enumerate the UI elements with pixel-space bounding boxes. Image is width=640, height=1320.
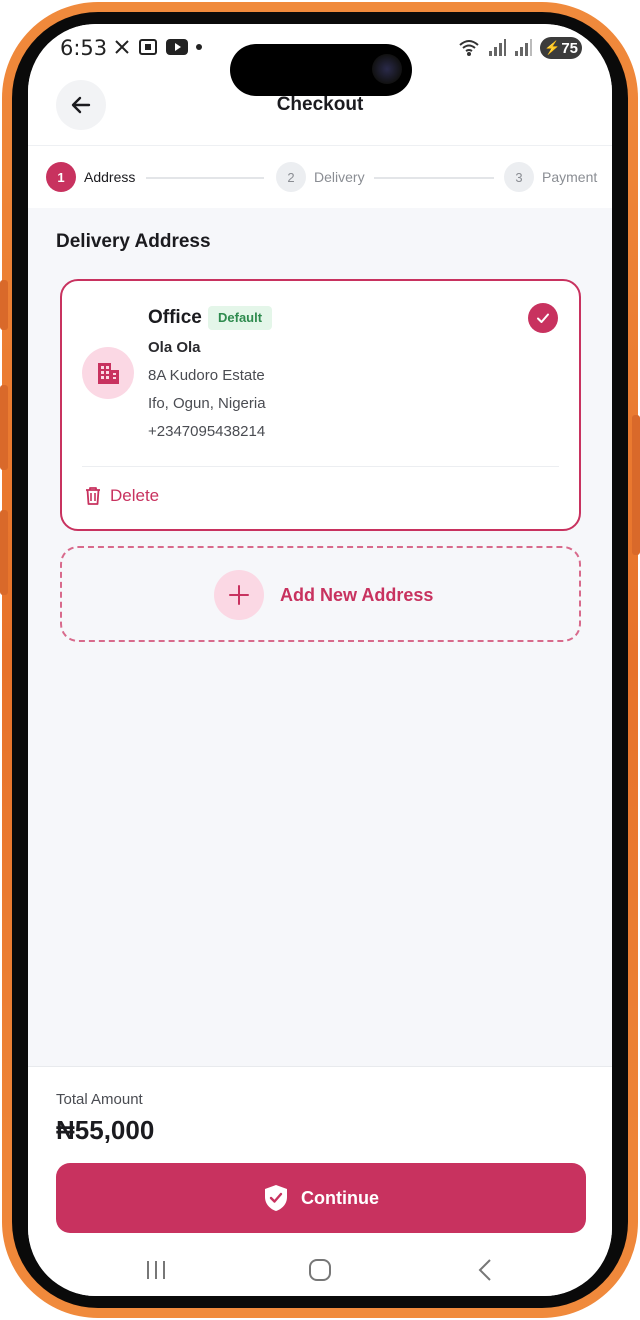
step-payment[interactable]: 3 Payment bbox=[504, 162, 597, 192]
plus-icon bbox=[214, 570, 264, 620]
status-notification-icons bbox=[114, 38, 202, 56]
shield-check-icon bbox=[265, 1185, 287, 1211]
step-number: 3 bbox=[504, 162, 534, 192]
phone-side-button bbox=[0, 510, 8, 595]
checkout-footer: Total Amount ₦55,000 Continue bbox=[28, 1066, 612, 1296]
recents-icon bbox=[147, 1261, 165, 1279]
add-new-address-button[interactable]: Add New Address bbox=[60, 546, 581, 642]
step-label: Address bbox=[84, 169, 136, 185]
step-number: 2 bbox=[276, 162, 306, 192]
address-label: Office bbox=[148, 307, 202, 328]
selected-check-icon[interactable] bbox=[528, 303, 558, 333]
battery-level: 75 bbox=[561, 39, 578, 57]
status-time: 6:53 bbox=[60, 36, 108, 60]
wifi-icon bbox=[459, 40, 479, 56]
camera-lens bbox=[372, 54, 402, 84]
system-back-button[interactable] bbox=[466, 1255, 506, 1285]
phone-side-button bbox=[0, 280, 8, 330]
checkout-stepper: 1 Address 2 Delivery 3 Payment bbox=[28, 146, 612, 208]
default-badge: Default bbox=[208, 306, 273, 330]
continue-label: Continue bbox=[301, 1187, 379, 1208]
youtube-icon bbox=[166, 39, 188, 55]
phone-side-button bbox=[0, 385, 8, 470]
step-delivery[interactable]: 2 Delivery bbox=[276, 162, 365, 192]
system-nav-bar bbox=[28, 1247, 612, 1296]
step-label: Delivery bbox=[314, 169, 365, 185]
dot-icon bbox=[196, 44, 202, 50]
screen: 6:53 ⚡ 75 Checkout 1 Address 2 Delivery … bbox=[28, 24, 612, 1296]
status-system-icons: ⚡ 75 bbox=[458, 37, 582, 59]
step-connector bbox=[374, 177, 494, 179]
home-button[interactable] bbox=[300, 1255, 340, 1285]
signal-icon bbox=[489, 39, 507, 56]
address-card[interactable]: Office Default Ola Ola 8A Kudoro Estate … bbox=[60, 279, 581, 531]
address-recipient-name: Ola Ola bbox=[148, 339, 201, 356]
screenshot-icon bbox=[139, 39, 157, 55]
step-connector bbox=[146, 177, 264, 179]
home-icon bbox=[309, 1259, 331, 1281]
recent-apps-button[interactable] bbox=[136, 1255, 176, 1285]
total-amount-label: Total Amount bbox=[56, 1091, 143, 1108]
chevron-left-icon bbox=[478, 1259, 491, 1281]
battery-icon: ⚡ 75 bbox=[540, 37, 582, 59]
building-icon bbox=[82, 347, 134, 399]
section-title: Delivery Address bbox=[56, 231, 211, 252]
step-label: Payment bbox=[542, 169, 598, 185]
add-new-address-label: Add New Address bbox=[280, 584, 434, 605]
card-divider bbox=[82, 466, 559, 467]
step-address[interactable]: 1 Address bbox=[46, 162, 135, 192]
x-icon bbox=[115, 40, 129, 54]
address-line-2: Ifo, Ogun, Nigeria bbox=[148, 395, 266, 412]
delete-label: Delete bbox=[110, 486, 160, 505]
address-phone: +2347095438214 bbox=[148, 423, 266, 440]
step-number: 1 bbox=[46, 162, 76, 192]
delete-address-button[interactable]: Delete bbox=[84, 486, 159, 506]
signal-icon bbox=[515, 39, 533, 56]
address-line-1: 8A Kudoro Estate bbox=[148, 367, 265, 384]
page-title: Checkout bbox=[276, 94, 364, 115]
total-amount-value: ₦55,000 bbox=[56, 1115, 155, 1145]
trash-icon bbox=[86, 487, 100, 505]
continue-button[interactable]: Continue bbox=[56, 1163, 586, 1233]
phone-side-button bbox=[632, 415, 640, 555]
